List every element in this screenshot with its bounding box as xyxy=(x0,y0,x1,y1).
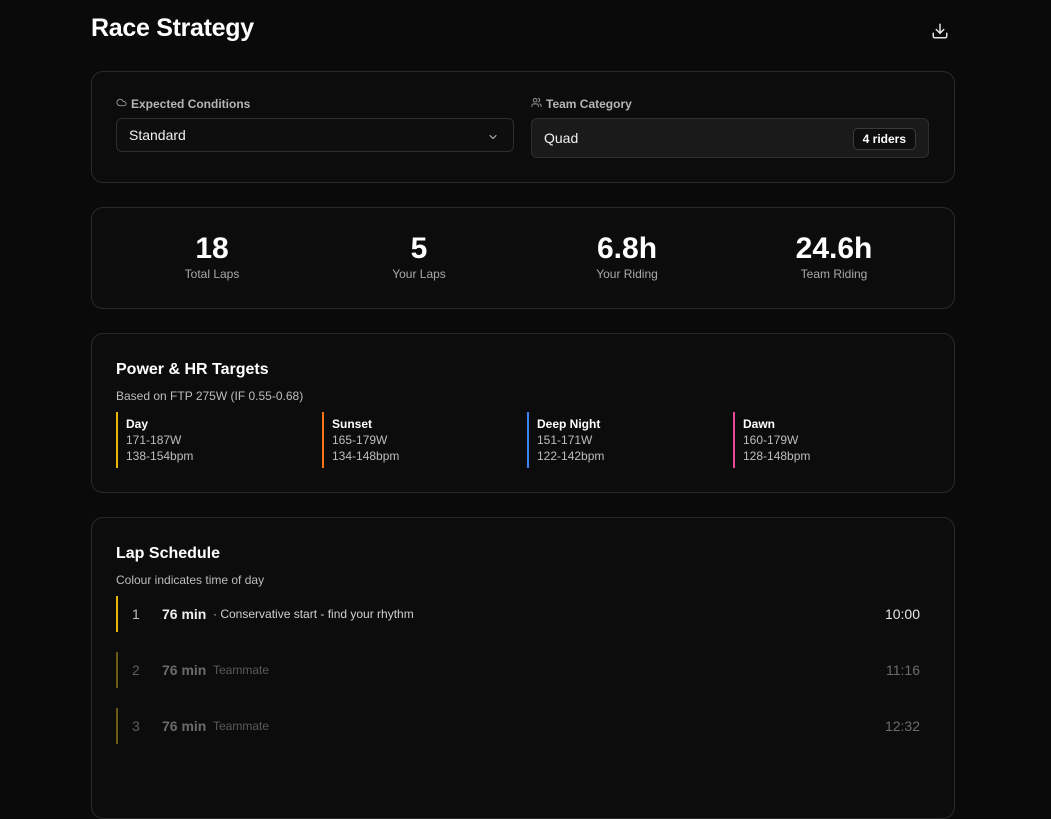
chevron-down-icon xyxy=(487,130,499,142)
team-label: Team Category xyxy=(546,97,632,111)
stat-label: Your Riding xyxy=(596,267,658,281)
stat-value: 18 xyxy=(195,232,229,265)
stat-value: 5 xyxy=(410,232,428,265)
lap-schedule-card: Lap Schedule Colour indicates time of da… xyxy=(91,517,955,819)
lap-time: 11:16 xyxy=(886,662,920,678)
lap-note: Teammate xyxy=(213,663,270,677)
lap-duration: 76 min xyxy=(162,662,207,678)
zone-name: Dawn xyxy=(743,417,776,431)
lap-number: 2 xyxy=(132,662,140,678)
targets-card: Power & HR Targets Based on FTP 275W (IF… xyxy=(91,333,955,493)
page-header: Race Strategy xyxy=(91,0,955,62)
stats-card: 18 Total Laps 5 Your Laps 6.8h Your Ridi… xyxy=(91,207,955,309)
stat-label: Your Laps xyxy=(392,267,446,281)
zone-name: Day xyxy=(126,417,149,431)
zone-dawn: Dawn 160-179W 128-148bpm xyxy=(733,412,933,468)
zone-power: 160-179W xyxy=(743,433,799,447)
lap-row-1[interactable]: 1 76 min · Conservative start - find you… xyxy=(116,596,920,632)
lap-duration: 76 min xyxy=(162,718,207,734)
lap-note: Teammate xyxy=(213,719,270,733)
schedule-title: Lap Schedule xyxy=(116,545,221,562)
stat-value: 24.6h xyxy=(795,232,873,265)
zone-name: Deep Night xyxy=(537,417,601,431)
zone-power: 165-179W xyxy=(332,433,388,447)
targets-title: Power & HR Targets xyxy=(116,361,269,378)
lap-time: 12:32 xyxy=(884,718,920,734)
zone-deep-night: Deep Night 151-171W 122-142bpm xyxy=(527,412,727,468)
users-icon xyxy=(531,97,542,111)
stat-your-riding: 6.8h Your Riding xyxy=(527,232,727,281)
stat-total-laps: 18 Total Laps xyxy=(112,232,312,281)
conditions-field: Expected Conditions Standard xyxy=(116,97,514,152)
page-title: Race Strategy xyxy=(91,14,254,42)
lap-duration: 76 min xyxy=(162,606,207,622)
stat-value: 6.8h xyxy=(596,232,658,265)
team-field: Team Category Quad 4 riders xyxy=(531,97,929,158)
conditions-value: Standard xyxy=(129,127,186,143)
lap-number: 3 xyxy=(132,718,140,734)
stat-label: Team Riding xyxy=(800,267,868,281)
stat-label: Total Laps xyxy=(184,267,240,281)
cloud-icon xyxy=(116,97,127,111)
lap-time: 10:00 xyxy=(884,606,920,622)
schedule-subtitle: Colour indicates time of day xyxy=(116,573,265,587)
lap-row-2[interactable]: 2 76 min Teammate 11:16 xyxy=(116,652,920,688)
zone-power: 171-187W xyxy=(126,433,182,447)
team-value: Quad xyxy=(544,130,579,146)
lap-note: · Conservative start - find your rhythm xyxy=(213,607,414,621)
zone-hr: 122-142bpm xyxy=(537,449,605,463)
zone-day: Day 171-187W 138-154bpm xyxy=(116,412,316,468)
lap-row-3[interactable]: 3 76 min Teammate 12:32 xyxy=(116,708,920,744)
settings-card: Expected Conditions Standard Team Catego… xyxy=(91,71,955,183)
conditions-select[interactable]: Standard xyxy=(116,118,514,152)
zone-hr: 134-148bpm xyxy=(332,449,400,463)
zone-hr: 138-154bpm xyxy=(126,449,194,463)
download-icon[interactable] xyxy=(931,22,949,40)
stat-your-laps: 5 Your Laps xyxy=(319,232,519,281)
stat-team-riding: 24.6h Team Riding xyxy=(734,232,934,281)
team-category-box[interactable]: Quad 4 riders xyxy=(531,118,929,158)
lap-number: 1 xyxy=(132,606,140,622)
zone-name: Sunset xyxy=(332,417,373,431)
conditions-label: Expected Conditions xyxy=(131,97,251,111)
race-strategy-page: Race Strategy Expected Conditions Standa… xyxy=(91,0,955,819)
riders-badge: 4 riders xyxy=(852,128,916,150)
zone-power: 151-171W xyxy=(537,433,593,447)
zone-sunset: Sunset 165-179W 134-148bpm xyxy=(322,412,522,468)
targets-subtitle: Based on FTP 275W (IF 0.55-0.68) xyxy=(116,389,304,403)
zone-hr: 128-148bpm xyxy=(743,449,811,463)
